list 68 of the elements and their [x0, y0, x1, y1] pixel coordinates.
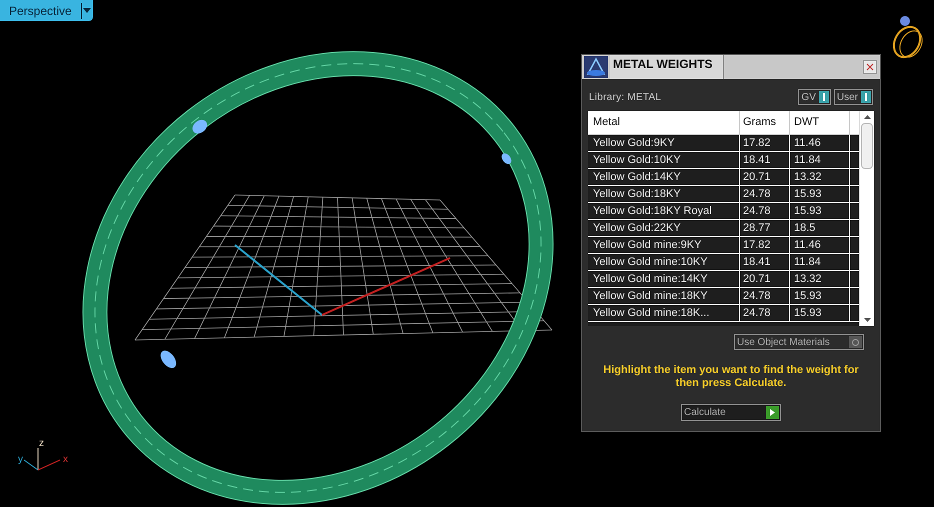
column-header[interactable]: Metal: [588, 111, 740, 134]
use-object-materials-checkbox[interactable]: Use Object Materials: [734, 334, 864, 350]
table-row[interactable]: Yellow Gold:9KY 17.82 11.46: [588, 135, 859, 152]
table-cell: Yellow Gold:9KY: [588, 135, 740, 151]
table-cell: Yellow Gold:14KY: [588, 169, 740, 185]
table-row[interactable]: Yellow Gold mine:18K... 24.78 15.93: [588, 305, 859, 322]
table-row[interactable]: Yellow Gold:14KY 20.71 13.32: [588, 169, 859, 186]
ring-icon: [892, 16, 923, 58]
table-row[interactable]: Yellow Gold:18KY 24.78 15.93: [588, 186, 859, 203]
table-cell: 15.93: [790, 305, 850, 321]
library-label: Library: METAL: [589, 90, 662, 104]
caret-icon: [80, 2, 93, 18]
table-cell: 13.32: [790, 169, 850, 185]
table-cell: 17.82: [740, 135, 790, 151]
view-dropdown[interactable]: Perspective: [0, 0, 93, 21]
z-axis-label: z: [39, 438, 44, 449]
table-cell: Yellow Gold mine:14KY: [588, 271, 740, 287]
table-row[interactable]: Yellow Gold:10KY 18.41 11.84: [588, 152, 859, 169]
table-cell: 18.41: [740, 152, 790, 168]
table-cell: 24.78: [740, 203, 790, 219]
table-cell: 24.78: [740, 288, 790, 304]
scrollbar-thumb[interactable]: [861, 123, 873, 169]
table-cell: 24.78: [740, 305, 790, 321]
table-cell: Yellow Gold mine:9KY: [588, 237, 740, 253]
table-row[interactable]: Yellow Gold mine:9KY 17.82 11.46: [588, 237, 859, 254]
panel-title: METAL WEIGHTS: [610, 55, 724, 79]
table-cell: 11.46: [790, 135, 850, 151]
table-cell: 15.93: [790, 288, 850, 304]
x-axis-label: x: [63, 454, 68, 465]
table-cell: 17.82: [740, 237, 790, 253]
table-cell: 11.84: [790, 254, 850, 270]
table-cell: 28.77: [740, 220, 790, 236]
table-cell: 11.84: [790, 152, 850, 168]
table-cell: 15.93: [790, 203, 850, 219]
toggle-knob-icon: [861, 91, 871, 103]
column-header[interactable]: DWT: [790, 111, 850, 134]
table-cell: Yellow Gold:18KY Royal: [588, 203, 740, 219]
table-cell: Yellow Gold:10KY: [588, 152, 740, 168]
table-cell: Yellow Gold mine:10KY: [588, 254, 740, 270]
table-row[interactable]: Yellow Gold mine:10KY 18.41 11.84: [588, 254, 859, 271]
table-cell: Yellow Gold mine:18K...: [588, 305, 740, 321]
table-row[interactable]: Yellow Gold:18KY Royal 24.78 15.93: [588, 203, 859, 220]
table-cell: 11.46: [790, 237, 850, 253]
table-cell: Yellow Gold:18KY: [588, 186, 740, 202]
table-cell: 18.5: [790, 220, 850, 236]
table-cell: 18.41: [740, 254, 790, 270]
calculate-button[interactable]: Calculate: [681, 404, 781, 421]
table-cell: Yellow Gold:22KY: [588, 220, 740, 236]
column-header[interactable]: Grams: [740, 111, 790, 134]
toggle-switch[interactable]: User: [834, 89, 873, 105]
instruction-text: Highlight the item you want to find the weight for then press Calculate.: [602, 364, 860, 390]
scrollbar[interactable]: [859, 111, 874, 326]
table-cell: 20.71: [740, 169, 790, 185]
table-cell: Yellow Gold mine:18KY: [588, 288, 740, 304]
table-row[interactable]: Yellow Gold:22KY 28.77 18.5: [588, 220, 859, 237]
table-row[interactable]: Yellow Gold mine:14KY 20.71 13.32: [588, 271, 859, 288]
close-button[interactable]: [863, 60, 877, 74]
toggle-switch[interactable]: GV: [798, 89, 831, 105]
close-icon: [866, 63, 874, 71]
table-cell: 24.78: [740, 186, 790, 202]
pyramid-icon: [584, 56, 608, 78]
table-cell: 13.32: [790, 271, 850, 287]
table-row[interactable]: Yellow Gold mine:18KY 24.78 15.93: [588, 288, 859, 305]
table-cell: 20.71: [740, 271, 790, 287]
y-axis-label: y: [18, 454, 23, 465]
axis-gizmo-icon: [24, 448, 60, 470]
table-cell: 15.93: [790, 186, 850, 202]
toggle-knob-icon: [818, 91, 829, 103]
